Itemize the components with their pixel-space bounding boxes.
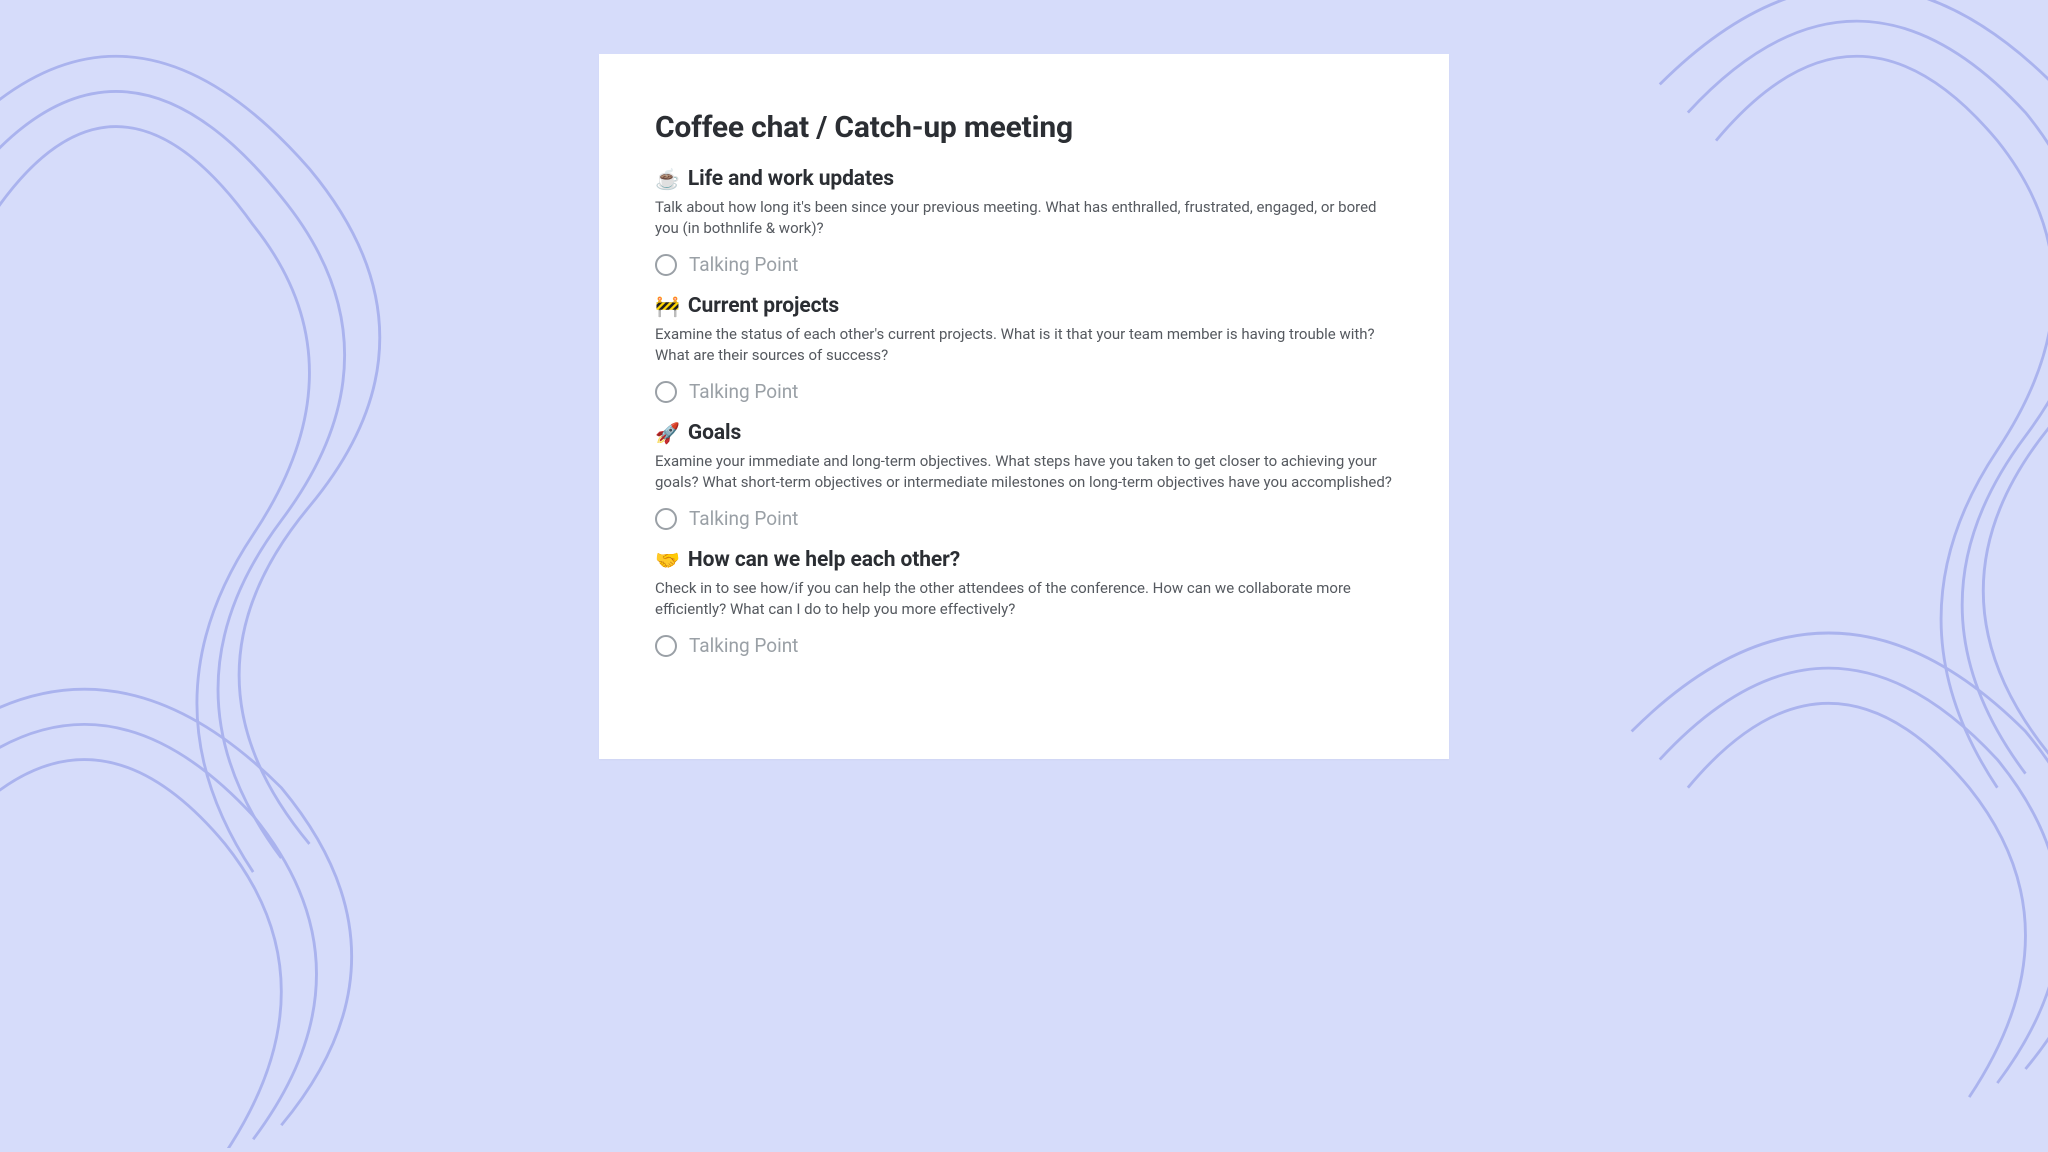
talking-point-placeholder: Talking Point [689,634,798,657]
construction-icon: 🚧 [655,296,680,316]
talking-point-input[interactable]: Talking Point [655,507,1393,530]
radio-circle-icon[interactable] [655,508,677,530]
talking-point-input[interactable]: Talking Point [655,253,1393,276]
section-header: 🚧 Current projects [655,294,1393,318]
radio-circle-icon[interactable] [655,254,677,276]
section-header: ☕ Life and work updates [655,167,1393,191]
section-goals: 🚀 Goals Examine your immediate and long-… [655,421,1393,530]
section-description: Examine the status of each other's curre… [655,324,1393,366]
section-help-each-other: 🤝 How can we help each other? Check in t… [655,548,1393,657]
rocket-icon: 🚀 [655,423,680,443]
section-title: Current projects [688,294,839,318]
section-title: Goals [688,421,741,445]
section-life-work: ☕ Life and work updates Talk about how l… [655,167,1393,276]
section-description: Check in to see how/if you can help the … [655,578,1393,620]
document-card: Coffee chat / Catch-up meeting ☕ Life an… [599,54,1449,759]
section-title: How can we help each other? [688,548,960,572]
document-title: Coffee chat / Catch-up meeting [655,110,1393,145]
radio-circle-icon[interactable] [655,381,677,403]
talking-point-placeholder: Talking Point [689,380,798,403]
section-header: 🤝 How can we help each other? [655,548,1393,572]
talking-point-input[interactable]: Talking Point [655,634,1393,657]
radio-circle-icon[interactable] [655,635,677,657]
coffee-icon: ☕ [655,169,680,189]
section-header: 🚀 Goals [655,421,1393,445]
talking-point-input[interactable]: Talking Point [655,380,1393,403]
section-description: Examine your immediate and long-term obj… [655,451,1393,493]
handshake-icon: 🤝 [655,550,680,570]
talking-point-placeholder: Talking Point [689,507,798,530]
talking-point-placeholder: Talking Point [689,253,798,276]
section-current-projects: 🚧 Current projects Examine the status of… [655,294,1393,403]
section-title: Life and work updates [688,167,894,191]
section-description: Talk about how long it's been since your… [655,197,1393,239]
